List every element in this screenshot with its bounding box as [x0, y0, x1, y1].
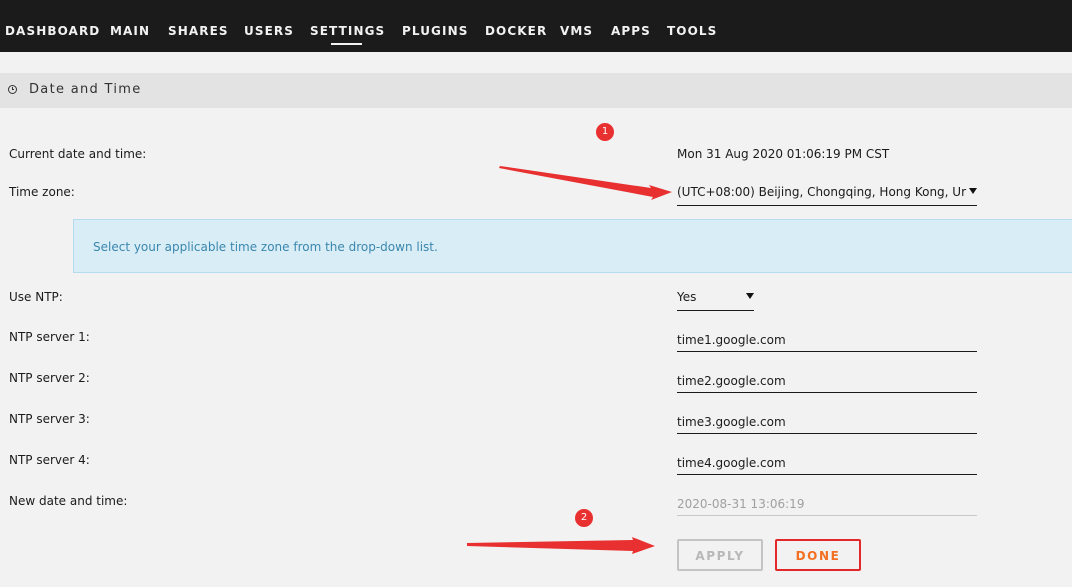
ntp-server-3-label: NTP server 3: — [9, 412, 90, 426]
use-ntp-select[interactable]: Yes — [677, 289, 754, 311]
timezone-selected-value: (UTC+08:00) Beijing, Chongqing, Hong Kon… — [677, 185, 967, 199]
nav-users[interactable]: USERS — [244, 24, 294, 38]
nav-settings[interactable]: SETTINGS — [310, 24, 385, 38]
timezone-label: Time zone: — [9, 185, 75, 199]
ntp-server-2-input[interactable] — [677, 371, 977, 391]
current-datetime-label: Current date and time: — [9, 147, 147, 161]
ntp-server-2-field[interactable] — [677, 371, 977, 393]
nav-main[interactable]: MAIN — [110, 24, 150, 38]
ntp-server-4-field[interactable] — [677, 453, 977, 475]
ntp-server-3-field[interactable] — [677, 412, 977, 434]
nav-plugins[interactable]: PLUGINS — [402, 24, 468, 38]
active-tab-underline — [331, 43, 362, 45]
ntp-server-3-input[interactable] — [677, 412, 977, 432]
nav-apps[interactable]: APPS — [611, 24, 651, 38]
apply-button[interactable]: APPLY — [677, 539, 763, 571]
top-navigation: DASHBOARD MAIN SHARES USERS SETTINGS PLU… — [0, 0, 1072, 52]
clock-icon — [8, 85, 17, 94]
ntp-server-1-field[interactable] — [677, 330, 977, 352]
info-text: Select your applicable time zone from th… — [93, 240, 438, 254]
ntp-server-4-input[interactable] — [677, 453, 977, 473]
new-datetime-label: New date and time: — [9, 494, 128, 508]
use-ntp-label: Use NTP: — [9, 290, 63, 304]
nav-tools[interactable]: TOOLS — [667, 24, 717, 38]
nav-dashboard[interactable]: DASHBOARD — [5, 24, 100, 38]
new-datetime-field — [677, 494, 977, 516]
nav-vms[interactable]: VMS — [560, 24, 593, 38]
new-datetime-input — [677, 494, 977, 514]
chevron-down-icon — [746, 293, 754, 299]
use-ntp-selected-value: Yes — [677, 290, 697, 304]
annotation-badge-2: 2 — [575, 509, 593, 527]
nav-docker[interactable]: DOCKER — [485, 24, 547, 38]
annotation-arrow-2 — [467, 537, 655, 554]
annotation-badge-1: 1 — [596, 123, 614, 141]
section-header: Date and Time — [0, 73, 1072, 108]
section-title: Date and Time — [29, 82, 142, 97]
chevron-down-icon — [969, 188, 977, 194]
annotation-arrow-1 — [499, 166, 672, 200]
current-datetime-value: Mon 31 Aug 2020 01:06:19 PM CST — [677, 147, 890, 161]
done-button[interactable]: DONE — [775, 539, 861, 571]
ntp-server-2-label: NTP server 2: — [9, 371, 90, 385]
ntp-server-4-label: NTP server 4: — [9, 453, 90, 467]
timezone-select[interactable]: (UTC+08:00) Beijing, Chongqing, Hong Kon… — [677, 184, 977, 206]
ntp-server-1-label: NTP server 1: — [9, 330, 90, 344]
nav-shares[interactable]: SHARES — [168, 24, 229, 38]
timezone-info-box: Select your applicable time zone from th… — [73, 219, 1072, 273]
ntp-server-1-input[interactable] — [677, 330, 977, 350]
